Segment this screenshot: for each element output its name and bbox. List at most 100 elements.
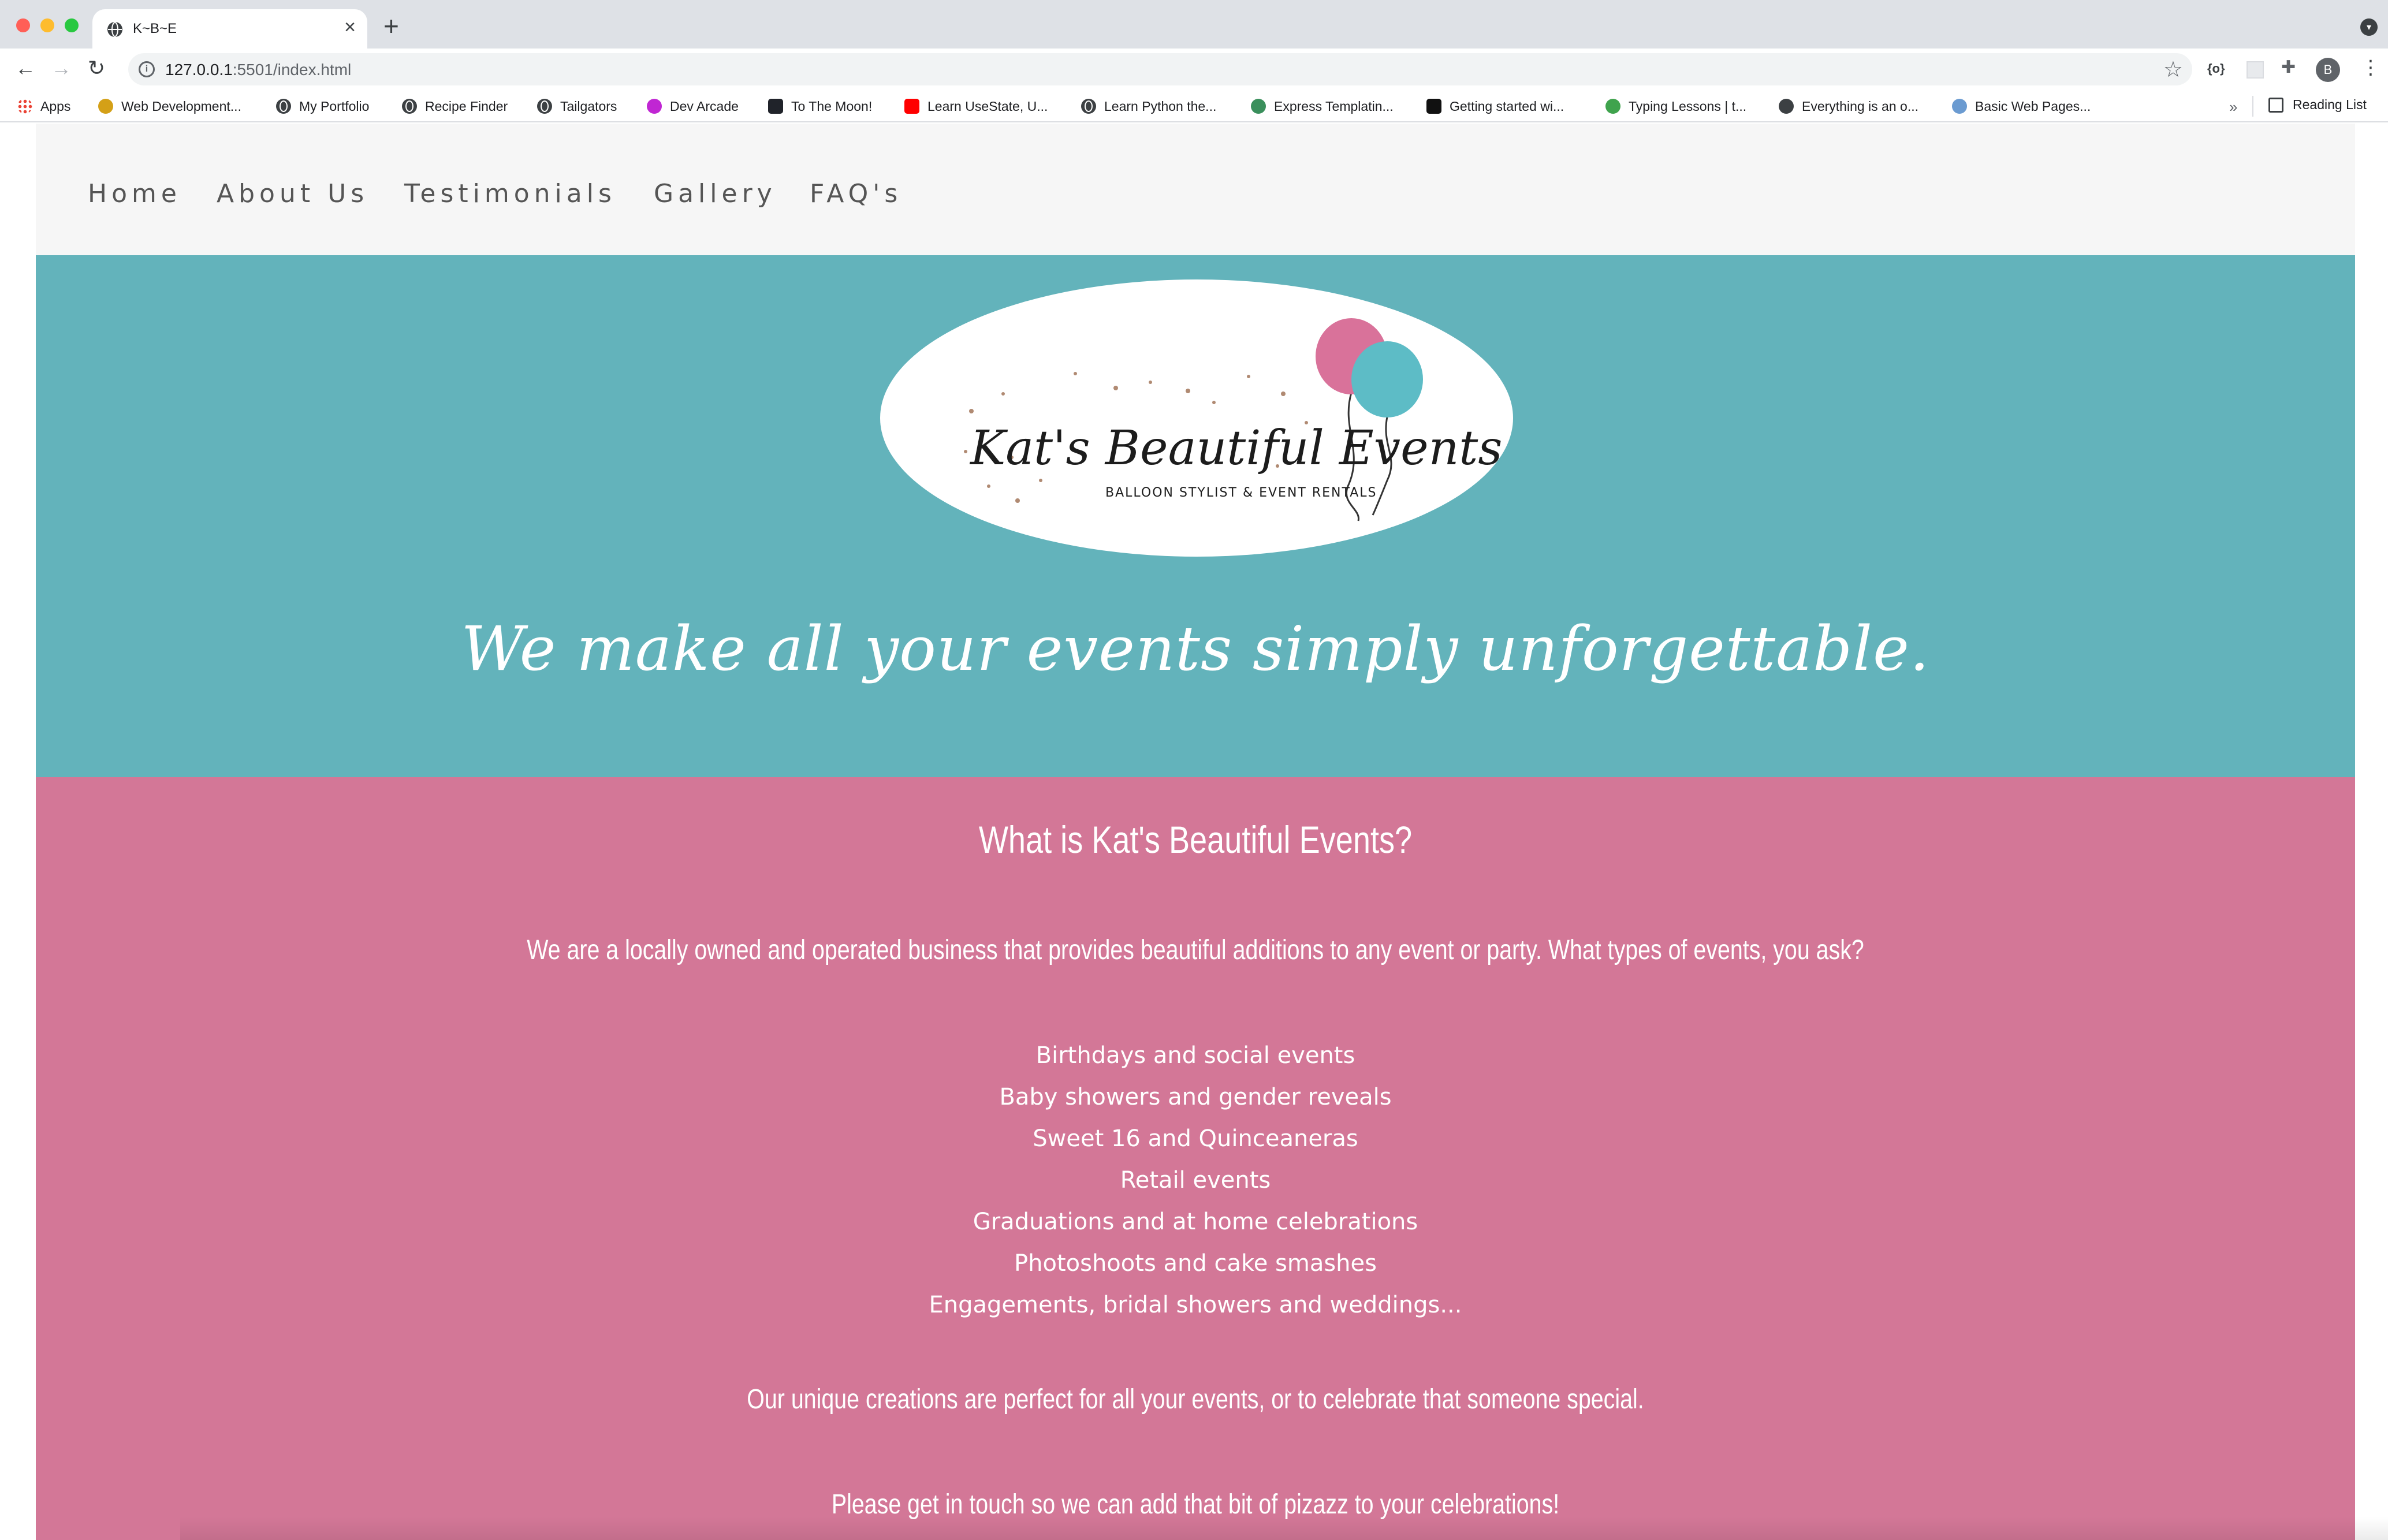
bookmark-item[interactable]: Getting started wi... xyxy=(1426,97,1564,115)
bookmark-label: Web Development... xyxy=(121,98,241,114)
event-type-item: Retail events xyxy=(1120,1167,1271,1194)
bookmark-item[interactable]: Tailgators xyxy=(537,97,617,115)
kbe-logo: Kat's Beautiful Events BALLOON STYLIST &… xyxy=(880,279,1513,557)
bookmark-item[interactable]: Typing Lessons | t... xyxy=(1605,97,1746,115)
bottom-shadow xyxy=(180,1517,2388,1540)
bookmark-item[interactable]: Dev Arcade xyxy=(647,97,739,115)
reload-icon[interactable]: ↻ xyxy=(88,58,105,79)
bookmark-label: Express Templatin... xyxy=(1274,98,1394,114)
bookmark-star-icon[interactable]: ☆ xyxy=(2163,57,2183,83)
reading-list-icon xyxy=(2268,97,2283,113)
nav-link-gallery[interactable]: Gallery xyxy=(654,179,777,208)
bookmark-label: Apps xyxy=(40,98,71,114)
bookmark-label: Learn UseState, U... xyxy=(927,98,1048,114)
mdn-icon xyxy=(1952,99,1967,114)
bookmark-item[interactable]: My Portfolio xyxy=(276,97,369,115)
bookmark-label: Basic Web Pages... xyxy=(1975,98,2091,114)
bookmark-label: Everything is an o... xyxy=(1802,98,1918,114)
bookmark-label: Tailgators xyxy=(560,98,617,114)
zoom-window-button[interactable] xyxy=(65,18,79,32)
back-arrow-icon[interactable]: ← xyxy=(15,58,36,79)
tab-search-icon[interactable]: ▾ xyxy=(2360,18,2378,36)
tab-title: K~B~E xyxy=(133,21,177,36)
bookmark-label: My Portfolio xyxy=(299,98,370,114)
globe-icon xyxy=(1081,99,1096,114)
event-type-item: Graduations and at home celebrations xyxy=(973,1209,1418,1235)
nav-link-testimonials[interactable]: Testimonials xyxy=(404,179,616,208)
bookmark-item[interactable]: Web Development... xyxy=(98,97,241,115)
extensions-puzzle-icon[interactable]: ✚ xyxy=(2281,59,2296,76)
about-unique-text: Our unique creations are perfect for all… xyxy=(747,1384,1644,1415)
site-navbar: Home About Us Testimonials Gallery FAQ's xyxy=(36,124,2355,255)
hero-section: Kat's Beautiful Events BALLOON STYLIST &… xyxy=(36,255,2355,777)
nav-link-home[interactable]: Home xyxy=(88,179,181,208)
url-text[interactable]: 127.0.0.1:5501/index.html xyxy=(165,61,351,79)
bookmark-item[interactable]: Everything is an o... xyxy=(1779,97,1918,115)
event-type-item: Engagements, bridal showers and weddings… xyxy=(929,1292,1462,1318)
react-icon xyxy=(768,99,783,114)
chat-icon xyxy=(1426,99,1441,114)
forward-arrow-icon[interactable]: → xyxy=(51,58,72,79)
browser-titlebar: K~B~E × + ▾ xyxy=(0,0,2388,49)
event-type-item: Baby showers and gender reveals xyxy=(999,1084,1392,1110)
bookmark-label: Getting started wi... xyxy=(1450,98,1564,114)
bookmarks-bar: » Reading List Apps Web Development... My … xyxy=(0,90,2388,122)
about-intro-text: We are a locally owned and operated busi… xyxy=(527,935,1864,965)
bookmark-item[interactable]: Learn Python the... xyxy=(1081,97,1216,115)
event-type-item: Photoshoots and cake smashes xyxy=(1014,1250,1377,1277)
bookmark-item[interactable]: Express Templatin... xyxy=(1251,97,1394,115)
event-types-list: Birthdays and social events Baby showers… xyxy=(36,1035,2355,1326)
tab-close-icon[interactable]: × xyxy=(344,17,356,37)
bookmark-label: Learn Python the... xyxy=(1104,98,1217,114)
globe-icon xyxy=(276,99,291,114)
page-viewport: Home About Us Testimonials Gallery FAQ's xyxy=(0,124,2388,1540)
bookmarks-divider xyxy=(2252,96,2253,117)
kbe-page: Home About Us Testimonials Gallery FAQ's xyxy=(36,124,2388,1540)
apps-grid-icon xyxy=(17,99,32,114)
globe-icon xyxy=(107,22,122,37)
extension-braces-icon[interactable]: {o} xyxy=(2207,62,2225,75)
bookmark-item[interactable]: Apps xyxy=(17,97,70,115)
logo-subtitle: BALLOON STYLIST & EVENT RENTALS xyxy=(1105,486,1377,500)
nav-link-about-us[interactable]: About Us xyxy=(217,179,368,208)
anchor-icon xyxy=(1779,99,1794,114)
bookmark-label: Dev Arcade xyxy=(670,98,739,114)
profile-avatar[interactable]: B xyxy=(2316,58,2340,82)
bookmark-item[interactable]: Basic Web Pages... xyxy=(1952,97,2091,115)
extension-blank-icon[interactable] xyxy=(2247,61,2264,79)
browser-tab[interactable]: K~B~E × xyxy=(92,9,367,49)
bookmark-label: Typing Lessons | t... xyxy=(1629,98,1747,114)
bookmark-item[interactable]: Learn UseState, U... xyxy=(904,97,1048,115)
address-bar[interactable]: i 127.0.0.1:5501/index.html ☆ xyxy=(128,53,2192,85)
event-type-item: Sweet 16 and Quinceaneras xyxy=(1033,1125,1358,1152)
youtube-icon xyxy=(904,99,919,114)
event-type-item: Birthdays and social events xyxy=(1035,1042,1355,1069)
site-info-icon[interactable]: i xyxy=(139,61,155,77)
minimize-window-button[interactable] xyxy=(40,18,54,32)
about-contact-text: Please get in touch so we can add that b… xyxy=(831,1489,1560,1520)
teal-balloon xyxy=(1351,341,1423,417)
bookmark-item[interactable]: To The Moon! xyxy=(768,97,872,115)
typing-t-icon xyxy=(1605,99,1620,114)
about-heading: What is Kat's Beautiful Events? xyxy=(978,818,1413,861)
hero-tagline: We make all your events simply unforgett… xyxy=(461,613,1930,684)
logo-title: Kat's Beautiful Events xyxy=(969,421,1502,476)
bookmark-item[interactable]: Recipe Finder xyxy=(402,97,508,115)
bookmark-label: Recipe Finder xyxy=(425,98,508,114)
nav-link-faqs[interactable]: FAQ's xyxy=(810,179,902,208)
more-menu-icon[interactable]: ⋮ xyxy=(2361,58,2380,77)
globe-icon xyxy=(537,99,552,114)
about-section: What is Kat's Beautiful Events? We are a… xyxy=(36,777,2388,1540)
bookmarks-overflow-icon[interactable]: » xyxy=(2229,98,2237,116)
close-window-button[interactable] xyxy=(16,18,30,32)
url-host: 127.0.0.1 xyxy=(165,61,233,79)
new-tab-button[interactable]: + xyxy=(383,13,399,39)
dev-arcade-icon xyxy=(647,99,662,114)
browser-toolbar: ← → ↻ i 127.0.0.1:5501/index.html ☆ {o} … xyxy=(0,49,2388,90)
bookmark-label: To The Moon! xyxy=(791,98,873,114)
link-icon xyxy=(1251,99,1266,114)
reading-list-button[interactable]: Reading List xyxy=(2268,97,2367,113)
reading-list-label: Reading List xyxy=(2293,97,2367,112)
globe-icon xyxy=(402,99,417,114)
url-path: :5501/index.html xyxy=(232,61,352,79)
